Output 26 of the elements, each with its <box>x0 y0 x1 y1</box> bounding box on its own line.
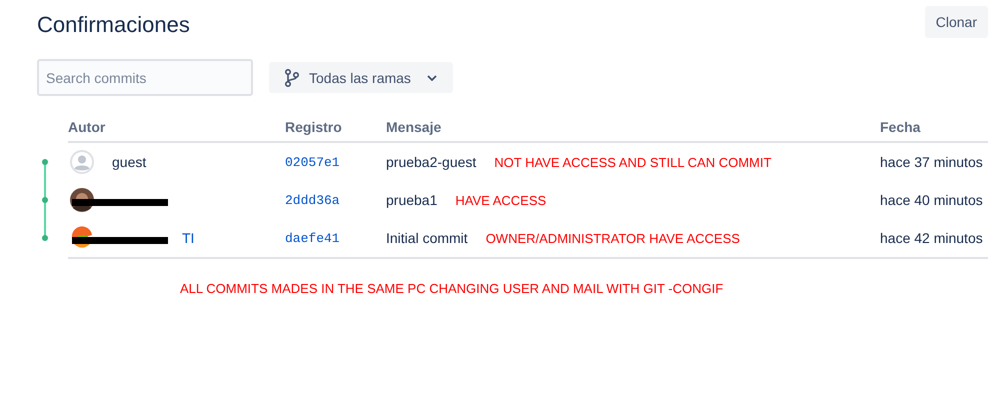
commit-message: prueba1 <box>386 192 438 208</box>
commit-date: hace 40 minutos <box>880 191 984 210</box>
annotation-text: NOT HAVE ACCESS AND STILL CAN COMMIT <box>494 154 772 170</box>
column-header: Mensaje <box>386 119 880 143</box>
commit-date: hace 42 minutos <box>880 219 988 259</box>
branch-dropdown[interactable]: Todas las ramas <box>269 62 453 93</box>
annotation-text: HAVE ACCESS <box>455 192 546 208</box>
commit-hash-link[interactable]: daefe41 <box>285 230 340 246</box>
branch-icon <box>285 68 299 86</box>
column-header: Autor <box>68 119 285 143</box>
page-title: Confirmaciones <box>37 12 190 38</box>
column-header: Fecha <box>880 119 988 143</box>
caret-icon <box>427 74 437 80</box>
annotation-text: ALL COMMITS MADES IN THE SAME PC CHANGING USER AND MAIL WITH GIT -CONGIF <box>180 281 724 296</box>
commit-hash-link[interactable]: 2ddd36a <box>285 192 340 208</box>
author-link[interactable]: TI <box>182 230 194 246</box>
commit-hash-link[interactable]: 02057e1 <box>285 154 340 170</box>
column-header: Registro <box>285 119 386 143</box>
author-name: guest <box>112 154 146 170</box>
search-field[interactable]: Search commits <box>37 59 253 96</box>
commit-date: hace 37 minutos <box>880 153 984 172</box>
clone-button[interactable]: Clonar <box>924 6 988 38</box>
commit-message: Initial commit <box>386 230 468 246</box>
avatar-icon <box>70 150 94 174</box>
annotation-text: OWNER/ADMINISTRATOR HAVE ACCESS <box>486 230 740 246</box>
commit-message: prueba2-guest <box>386 154 476 170</box>
